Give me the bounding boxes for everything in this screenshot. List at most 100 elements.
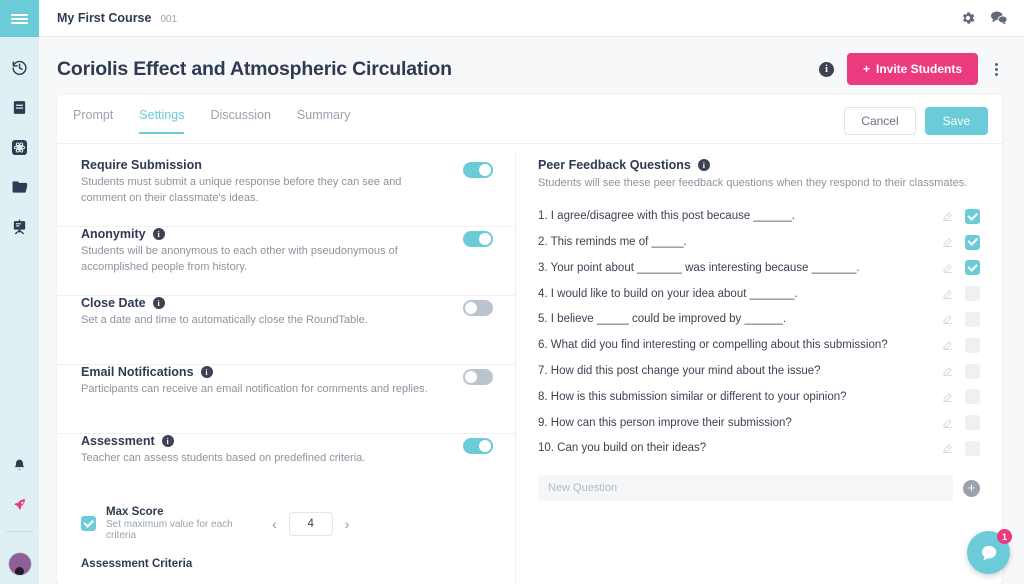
sidebar-item-library[interactable] bbox=[0, 87, 39, 127]
setting-description: Students must submit a unique response b… bbox=[81, 176, 402, 204]
chat-bubble-icon bbox=[981, 545, 996, 560]
setting-text: Assessment i Teacher can assess students… bbox=[81, 434, 379, 467]
list-item: 6. What did you find interesting or comp… bbox=[538, 332, 980, 358]
question-checkbox[interactable] bbox=[965, 260, 980, 276]
question-checkbox[interactable] bbox=[965, 415, 980, 431]
setting-text: Require Submission Students must submit … bbox=[81, 158, 463, 207]
tab-summary[interactable]: Summary bbox=[297, 108, 350, 134]
tab-bar: Prompt Settings Discussion Summary bbox=[73, 107, 350, 134]
chat-widget-button[interactable]: 1 bbox=[967, 529, 1012, 574]
tab-discussion[interactable]: Discussion bbox=[210, 108, 270, 134]
messages-button[interactable] bbox=[990, 10, 1008, 26]
info-icon[interactable]: i bbox=[818, 61, 834, 77]
sidebar-item-science[interactable] bbox=[0, 127, 39, 167]
save-button[interactable]: Save bbox=[924, 107, 988, 135]
setting-text: Email Notifications i Participants can r… bbox=[81, 365, 442, 398]
info-icon[interactable]: i bbox=[152, 297, 165, 309]
info-icon[interactable]: i bbox=[161, 435, 174, 447]
list-item: 10. Can you build on their ideas? bbox=[538, 436, 980, 462]
toggle-assessment[interactable] bbox=[463, 438, 493, 454]
edit-pencil-icon[interactable] bbox=[942, 339, 954, 351]
sidebar-item-notifications[interactable] bbox=[0, 445, 39, 485]
setting-title: Assessment i bbox=[81, 434, 365, 448]
sidebar-item-files[interactable] bbox=[0, 167, 39, 207]
bell-icon bbox=[14, 459, 25, 470]
tab-settings[interactable]: Settings bbox=[139, 108, 185, 134]
card-actions: Cancel Save bbox=[844, 107, 988, 143]
easel-icon bbox=[13, 219, 26, 234]
toggle-knob bbox=[465, 371, 477, 383]
avatar-head bbox=[15, 567, 24, 575]
list-item: 9. How can this person improve their sub… bbox=[538, 410, 980, 436]
list-item: 4. I would like to build on your idea ab… bbox=[538, 281, 980, 307]
sidebar-item-history[interactable] bbox=[0, 47, 39, 87]
info-icon[interactable]: i bbox=[697, 159, 710, 171]
question-checkbox[interactable] bbox=[965, 440, 980, 456]
sidebar-item-launch[interactable] bbox=[0, 485, 39, 525]
more-options-button[interactable] bbox=[991, 59, 1002, 80]
max-score-checkbox[interactable] bbox=[81, 516, 96, 531]
edit-pencil-icon[interactable] bbox=[942, 288, 954, 300]
setting-close-date: Close Date i Set a date and time to auto… bbox=[57, 296, 515, 365]
avatar[interactable] bbox=[7, 552, 32, 576]
stepper-prev-button[interactable]: ‹ bbox=[270, 516, 279, 532]
setting-title-label: Close Date bbox=[81, 296, 146, 310]
toggle-anonymity[interactable] bbox=[463, 231, 493, 247]
info-icon[interactable]: i bbox=[200, 366, 213, 378]
topbar: My First Course 001 bbox=[39, 0, 1024, 37]
settings-button[interactable] bbox=[960, 10, 976, 26]
question-checkbox[interactable] bbox=[965, 286, 980, 302]
page-header: Coriolis Effect and Atmospheric Circulat… bbox=[39, 37, 1024, 95]
peer-feedback-title: Peer Feedback Questions i bbox=[538, 158, 980, 172]
settings-column: Require Submission Students must submit … bbox=[57, 144, 515, 584]
edit-pencil-icon[interactable] bbox=[942, 391, 954, 403]
edit-pencil-icon[interactable] bbox=[942, 210, 954, 222]
atom-icon bbox=[11, 139, 28, 155]
question-text: 9. How can this person improve their sub… bbox=[538, 416, 792, 429]
edit-pencil-icon[interactable] bbox=[942, 262, 954, 274]
kebab-menu-icon bbox=[995, 67, 998, 71]
question-checkbox[interactable] bbox=[965, 337, 980, 353]
question-actions bbox=[942, 363, 980, 379]
toggle-email-notifications[interactable] bbox=[463, 369, 493, 385]
max-score-row: Max Score Set maximum value for each cri… bbox=[57, 492, 515, 541]
setting-title-label: Assessment bbox=[81, 434, 155, 448]
question-checkbox[interactable] bbox=[965, 389, 980, 405]
hamburger-menu-button[interactable] bbox=[0, 0, 39, 37]
cancel-button[interactable]: Cancel bbox=[844, 107, 916, 135]
question-checkbox[interactable] bbox=[965, 311, 980, 327]
hamburger-icon bbox=[11, 21, 28, 24]
new-question-input[interactable] bbox=[538, 475, 953, 502]
question-checkbox[interactable] bbox=[965, 363, 980, 379]
list-item: 8. How is this submission similar or dif… bbox=[538, 384, 980, 410]
edit-pencil-icon[interactable] bbox=[942, 365, 954, 377]
gear-icon bbox=[962, 12, 975, 24]
edit-pencil-icon[interactable] bbox=[942, 313, 954, 325]
assessment-criteria-heading: Assessment Criteria bbox=[81, 558, 193, 570]
edit-pencil-icon[interactable] bbox=[942, 236, 954, 248]
toggle-require-submission[interactable] bbox=[463, 162, 493, 178]
stepper-next-button[interactable]: › bbox=[343, 516, 352, 532]
setting-title: Email Notifications i bbox=[81, 365, 428, 379]
question-text: 3. Your point about _______ was interest… bbox=[538, 261, 860, 274]
tab-prompt[interactable]: Prompt bbox=[73, 108, 113, 134]
setting-assessment: Assessment i Teacher can assess students… bbox=[57, 434, 515, 492]
question-text: 5. I believe _____ could be improved by … bbox=[538, 313, 787, 326]
question-checkbox[interactable] bbox=[965, 234, 980, 250]
sidebar-item-lessons[interactable] bbox=[0, 207, 39, 247]
question-actions bbox=[942, 286, 980, 302]
max-score-text: Max Score Set maximum value for each cri… bbox=[106, 506, 256, 541]
toggle-knob bbox=[479, 440, 491, 452]
breadcrumb: My First Course 001 bbox=[57, 11, 177, 25]
question-text: 2. This reminds me of _____. bbox=[538, 236, 687, 249]
kebab-menu-icon bbox=[995, 72, 998, 76]
toggle-close-date[interactable] bbox=[463, 300, 493, 316]
max-score-value[interactable]: 4 bbox=[288, 511, 333, 536]
setting-text: Close Date i Set a date and time to auto… bbox=[81, 296, 382, 329]
info-icon[interactable]: i bbox=[152, 228, 165, 240]
question-checkbox[interactable] bbox=[965, 208, 980, 224]
add-question-button[interactable]: + bbox=[963, 479, 980, 497]
invite-students-button[interactable]: + Invite Students bbox=[846, 53, 978, 85]
edit-pencil-icon[interactable] bbox=[942, 442, 954, 454]
edit-pencil-icon[interactable] bbox=[942, 417, 954, 429]
